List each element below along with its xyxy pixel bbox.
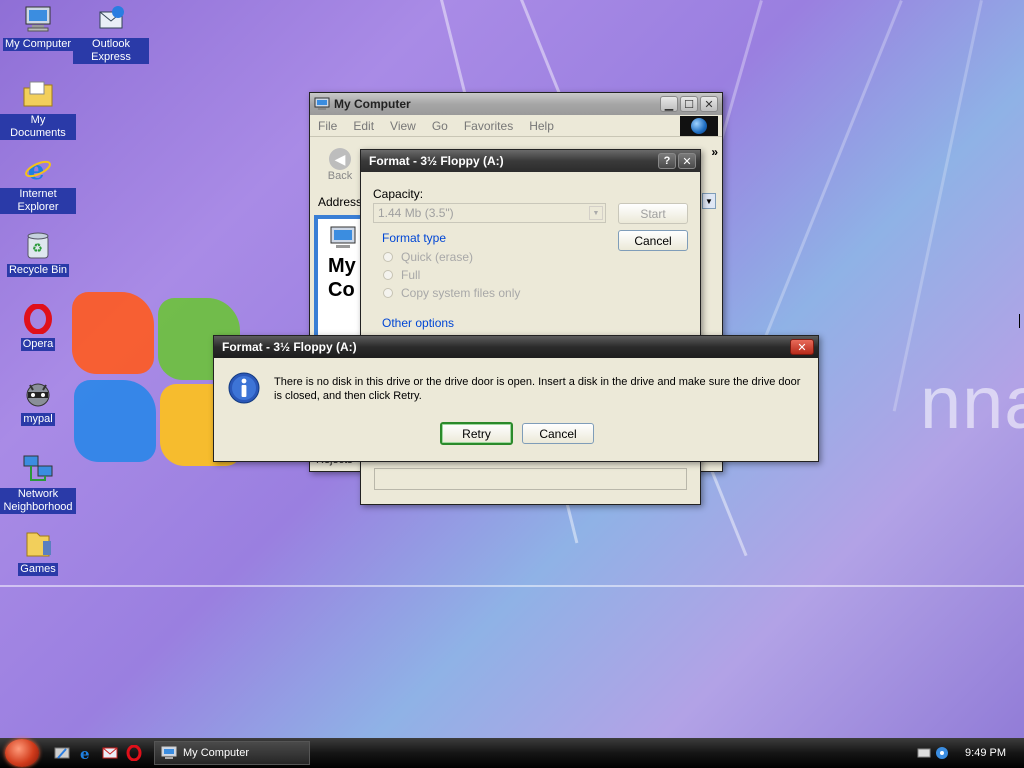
format-type-label: Format type [382, 231, 447, 245]
error-dialog[interactable]: Format - 3½ Floppy (A:) ✕ There is no di… [213, 335, 819, 462]
window-title: Format - 3½ Floppy (A:) [369, 154, 504, 168]
maximize-button[interactable]: ☐ [680, 96, 698, 112]
menu-go[interactable]: Go [432, 119, 448, 133]
menu-bar: File Edit View Go Favorites Help [310, 115, 722, 137]
desktop-icon-internet-explorer[interactable]: e Internet Explorer [0, 152, 76, 214]
desktop-icon-games[interactable]: Games [0, 527, 76, 576]
my-computer-titlebar[interactable]: My Computer ▁ ☐ ✕ [310, 93, 722, 115]
start-orb-icon [5, 739, 39, 767]
internet-explorer-icon: e [21, 152, 55, 186]
start-button[interactable] [0, 738, 44, 768]
desktop-icon-opera[interactable]: Opera [0, 302, 76, 351]
throbber-logo [680, 115, 718, 136]
recycle-bin-icon: ♻ [21, 228, 55, 262]
start-button[interactable]: Start [618, 203, 688, 224]
desktop-icon-my-documents[interactable]: My Documents [0, 78, 76, 140]
wallpaper-horizon [0, 585, 1024, 587]
network-icon [21, 452, 55, 486]
menu-favorites[interactable]: Favorites [464, 119, 513, 133]
menu-file[interactable]: File [318, 119, 337, 133]
clock[interactable]: 9:49 PM [965, 747, 1006, 759]
error-message: There is no disk in this drive or the dr… [274, 376, 801, 402]
opera-icon [21, 302, 55, 336]
window-title: Format - 3½ Floppy (A:) [222, 340, 357, 354]
computer-icon [314, 97, 330, 111]
desktop-icon-network-neighborhood[interactable]: Network Neighborhood [0, 452, 76, 514]
radio-dot [383, 288, 393, 298]
cancel-button[interactable]: Cancel [522, 423, 594, 444]
close-button[interactable]: ✕ [790, 339, 814, 355]
address-label: Address [318, 195, 363, 209]
globe-icon [691, 117, 707, 134]
desktop-icon-mypal[interactable]: mypal [0, 377, 76, 426]
window-title: My Computer [334, 97, 411, 111]
taskbar-item-my-computer[interactable]: My Computer [154, 741, 310, 765]
menu-edit[interactable]: Edit [353, 119, 374, 133]
cancel-button[interactable]: Cancel [618, 230, 688, 251]
show-desktop-icon[interactable] [52, 743, 72, 763]
radio-full[interactable]: Full [383, 268, 420, 282]
folder-icon [21, 78, 55, 112]
address-dropdown-button[interactable]: ▼ [702, 193, 716, 209]
radio-dot [383, 252, 393, 262]
games-folder-icon [21, 527, 55, 561]
chevron-down-icon: ▼ [589, 206, 603, 220]
computer-icon [161, 746, 177, 760]
keyboard-layout-icon[interactable] [917, 746, 931, 760]
svg-text:e: e [28, 156, 45, 184]
network-tray-icon[interactable] [935, 746, 949, 760]
close-button[interactable]: ✕ [700, 96, 718, 112]
pane-heading: My Co [328, 255, 356, 301]
radio-copy-system-files[interactable]: Copy system files only [383, 286, 520, 300]
wallpaper-ray [892, 0, 983, 412]
desktop-icon-my-computer[interactable]: My Computer [0, 2, 76, 51]
menu-view[interactable]: View [390, 119, 416, 133]
toolbar-chevron[interactable]: » [711, 145, 718, 159]
format-dialog-titlebar[interactable]: Format - 3½ Floppy (A:) ? ✕ [361, 150, 700, 172]
info-icon [228, 372, 260, 407]
outlook-icon[interactable] [100, 743, 120, 763]
back-button[interactable]: ◀ Back [320, 148, 360, 182]
svg-text:♻: ♻ [32, 241, 43, 255]
internet-explorer-icon[interactable]: e [76, 743, 96, 763]
svg-text:e: e [80, 745, 90, 761]
back-arrow-icon: ◀ [329, 148, 351, 170]
radio-dot [383, 270, 393, 280]
error-dialog-titlebar[interactable]: Format - 3½ Floppy (A:) ✕ [214, 336, 818, 358]
computer-icon [21, 2, 55, 36]
desktop: nnaTM My Computer Outlook Express My Doc… [0, 0, 1024, 738]
close-button[interactable]: ✕ [678, 153, 696, 169]
mouse-cursor [1019, 314, 1024, 328]
other-options-label: Other options [382, 316, 455, 330]
progress-bar [374, 468, 687, 490]
radio-quick[interactable]: Quick (erase) [383, 250, 473, 264]
mypal-icon [21, 377, 55, 411]
wallpaper-wordmark: nnaTM [920, 361, 1024, 444]
capacity-select[interactable]: 1.44 Mb (3.5") ▼ [373, 203, 606, 223]
help-button[interactable]: ? [658, 153, 676, 169]
outlook-express-icon [94, 2, 128, 36]
taskbar: e My Computer 9:49 PM [0, 738, 1024, 768]
computer-icon [328, 225, 362, 254]
capacity-label: Capacity: [373, 187, 424, 201]
system-tray: 9:49 PM [917, 746, 1024, 760]
menu-help[interactable]: Help [529, 119, 554, 133]
minimize-button[interactable]: ▁ [660, 96, 678, 112]
opera-icon[interactable] [124, 743, 144, 763]
desktop-icon-outlook-express[interactable]: Outlook Express [73, 2, 149, 64]
desktop-icon-recycle-bin[interactable]: ♻ Recycle Bin [0, 228, 76, 277]
retry-button[interactable]: Retry [440, 422, 513, 445]
